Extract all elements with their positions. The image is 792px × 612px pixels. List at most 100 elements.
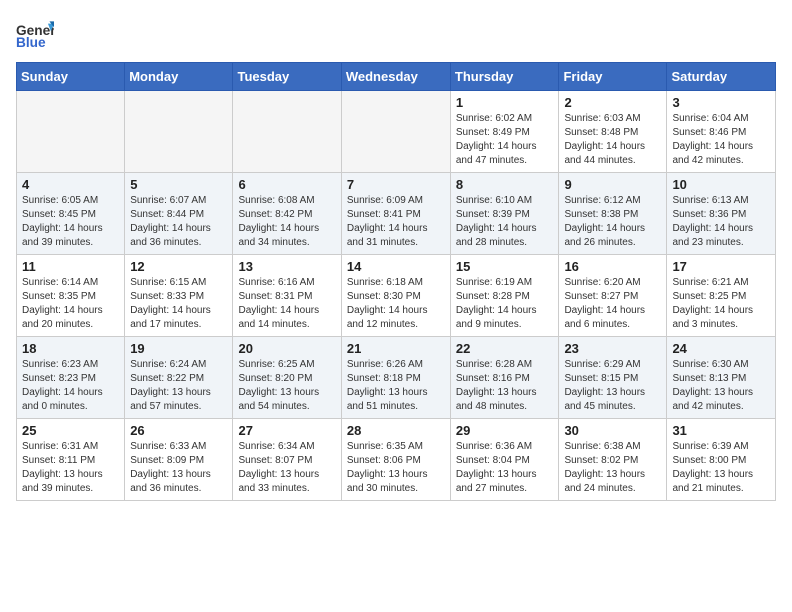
day-number: 19: [130, 341, 227, 356]
day-number: 4: [22, 177, 119, 192]
calendar-table: SundayMondayTuesdayWednesdayThursdayFrid…: [16, 62, 776, 501]
calendar-cell: 3 Sunrise: 6:04 AM Sunset: 8:46 PM Daylig…: [667, 91, 776, 173]
day-number: 25: [22, 423, 119, 438]
day-number: 24: [672, 341, 770, 356]
day-info: Sunrise: 6:26 AM Sunset: 8:18 PM Dayligh…: [347, 358, 445, 414]
day-info: Sunrise: 6:24 AM Sunset: 8:22 PM Dayligh…: [130, 358, 227, 414]
weekday-header-friday: Friday: [559, 63, 667, 91]
calendar-cell: 20 Sunrise: 6:25 AM Sunset: 8:20 PM Dayli…: [233, 337, 341, 419]
calendar-cell: 27Sunrise: 6:34 AM Sunset: 8:07 PM Dayli…: [233, 419, 341, 501]
calendar-cell: 2 Sunrise: 6:03 AM Sunset: 8:48 PM Daylig…: [559, 91, 667, 173]
calendar-week-1: 1 Sunrise: 6:02 AM Sunset: 8:49 PM Daylig…: [17, 91, 776, 173]
day-info: Sunrise: 6:25 AM Sunset: 8:20 PM Dayligh…: [238, 358, 335, 414]
calendar-cell: 7 Sunrise: 6:09 AM Sunset: 8:41 PM Daylig…: [341, 173, 450, 255]
day-info: Sunrise: 6:05 AM Sunset: 8:45 PM Dayligh…: [22, 194, 119, 250]
day-info: Sunrise: 6:15 AM Sunset: 8:33 PM Dayligh…: [130, 276, 227, 332]
calendar-week-5: 25 Sunrise: 6:31 AM Sunset: 8:11 PM Dayli…: [17, 419, 776, 501]
calendar-cell: 4 Sunrise: 6:05 AM Sunset: 8:45 PM Daylig…: [17, 173, 125, 255]
day-info: Sunrise: 6:35 AM Sunset: 8:06 PM Dayligh…: [347, 440, 445, 496]
day-number: 21: [347, 341, 445, 356]
day-info: Sunrise: 6:23 AM Sunset: 8:23 PM Dayligh…: [22, 358, 119, 414]
day-number: 3: [672, 95, 770, 110]
day-number: 12: [130, 259, 227, 274]
calendar-cell: [341, 91, 450, 173]
day-info: Sunrise: 6:36 AM Sunset: 8:04 PM Dayligh…: [456, 440, 554, 496]
calendar-cell: 13Sunrise: 6:16 AM Sunset: 8:31 PM Dayli…: [233, 255, 341, 337]
calendar-cell: 23 Sunrise: 6:29 AM Sunset: 8:15 PM Dayli…: [559, 337, 667, 419]
calendar-cell: 12 Sunrise: 6:15 AM Sunset: 8:33 PM Dayli…: [125, 255, 233, 337]
day-number: 29: [456, 423, 554, 438]
day-number: 5: [130, 177, 227, 192]
day-number: 20: [238, 341, 335, 356]
calendar-cell: 17 Sunrise: 6:21 AM Sunset: 8:25 PM Dayli…: [667, 255, 776, 337]
day-number: 26: [130, 423, 227, 438]
day-info: Sunrise: 6:30 AM Sunset: 8:13 PM Dayligh…: [672, 358, 770, 414]
day-info: Sunrise: 6:39 AM Sunset: 8:00 PM Dayligh…: [672, 440, 770, 496]
calendar-cell: 16 Sunrise: 6:20 AM Sunset: 8:27 PM Dayli…: [559, 255, 667, 337]
calendar-cell: 15Sunrise: 6:19 AM Sunset: 8:28 PM Dayli…: [450, 255, 559, 337]
day-info: Sunrise: 6:21 AM Sunset: 8:25 PM Dayligh…: [672, 276, 770, 332]
day-number: 16: [564, 259, 661, 274]
weekday-header-monday: Monday: [125, 63, 233, 91]
calendar-cell: [17, 91, 125, 173]
day-number: 30: [564, 423, 661, 438]
day-info: Sunrise: 6:13 AM Sunset: 8:36 PM Dayligh…: [672, 194, 770, 250]
calendar-cell: 31 Sunrise: 6:39 AM Sunset: 8:00 PM Dayli…: [667, 419, 776, 501]
calendar-cell: 14Sunrise: 6:18 AM Sunset: 8:30 PM Dayli…: [341, 255, 450, 337]
day-number: 11: [22, 259, 119, 274]
calendar-cell: 1 Sunrise: 6:02 AM Sunset: 8:49 PM Daylig…: [450, 91, 559, 173]
day-number: 2: [564, 95, 661, 110]
calendar-cell: 29 Sunrise: 6:36 AM Sunset: 8:04 PM Dayli…: [450, 419, 559, 501]
calendar-cell: 24 Sunrise: 6:30 AM Sunset: 8:13 PM Dayli…: [667, 337, 776, 419]
calendar-cell: 10Sunrise: 6:13 AM Sunset: 8:36 PM Dayli…: [667, 173, 776, 255]
day-number: 31: [672, 423, 770, 438]
weekday-header-row: SundayMondayTuesdayWednesdayThursdayFrid…: [17, 63, 776, 91]
day-number: 9: [564, 177, 661, 192]
day-info: Sunrise: 6:09 AM Sunset: 8:41 PM Dayligh…: [347, 194, 445, 250]
calendar-cell: 11Sunrise: 6:14 AM Sunset: 8:35 PM Dayli…: [17, 255, 125, 337]
calendar-cell: 28 Sunrise: 6:35 AM Sunset: 8:06 PM Dayli…: [341, 419, 450, 501]
calendar-cell: [233, 91, 341, 173]
weekday-header-tuesday: Tuesday: [233, 63, 341, 91]
weekday-header-thursday: Thursday: [450, 63, 559, 91]
calendar-cell: 6Sunrise: 6:08 AM Sunset: 8:42 PM Daylig…: [233, 173, 341, 255]
day-number: 7: [347, 177, 445, 192]
day-number: 6: [238, 177, 335, 192]
svg-text:Blue: Blue: [16, 35, 46, 50]
day-number: 23: [564, 341, 661, 356]
day-info: Sunrise: 6:04 AM Sunset: 8:46 PM Dayligh…: [672, 112, 770, 168]
day-number: 8: [456, 177, 554, 192]
day-number: 27: [238, 423, 335, 438]
calendar-cell: 8Sunrise: 6:10 AM Sunset: 8:39 PM Daylig…: [450, 173, 559, 255]
day-info: Sunrise: 6:31 AM Sunset: 8:11 PM Dayligh…: [22, 440, 119, 496]
calendar-cell: 9 Sunrise: 6:12 AM Sunset: 8:38 PM Daylig…: [559, 173, 667, 255]
day-number: 22: [456, 341, 554, 356]
calendar-cell: 30 Sunrise: 6:38 AM Sunset: 8:02 PM Dayli…: [559, 419, 667, 501]
weekday-header-sunday: Sunday: [17, 63, 125, 91]
logo-icon: General Blue: [16, 16, 54, 54]
calendar-cell: 18Sunrise: 6:23 AM Sunset: 8:23 PM Dayli…: [17, 337, 125, 419]
calendar-week-2: 4 Sunrise: 6:05 AM Sunset: 8:45 PM Daylig…: [17, 173, 776, 255]
calendar-cell: 21 Sunrise: 6:26 AM Sunset: 8:18 PM Dayli…: [341, 337, 450, 419]
calendar-week-3: 11Sunrise: 6:14 AM Sunset: 8:35 PM Dayli…: [17, 255, 776, 337]
day-info: Sunrise: 6:28 AM Sunset: 8:16 PM Dayligh…: [456, 358, 554, 414]
day-info: Sunrise: 6:02 AM Sunset: 8:49 PM Dayligh…: [456, 112, 554, 168]
day-info: Sunrise: 6:20 AM Sunset: 8:27 PM Dayligh…: [564, 276, 661, 332]
day-number: 15: [456, 259, 554, 274]
day-number: 28: [347, 423, 445, 438]
calendar-cell: 25 Sunrise: 6:31 AM Sunset: 8:11 PM Dayli…: [17, 419, 125, 501]
day-info: Sunrise: 6:07 AM Sunset: 8:44 PM Dayligh…: [130, 194, 227, 250]
day-number: 14: [347, 259, 445, 274]
calendar-week-4: 18Sunrise: 6:23 AM Sunset: 8:23 PM Dayli…: [17, 337, 776, 419]
day-info: Sunrise: 6:38 AM Sunset: 8:02 PM Dayligh…: [564, 440, 661, 496]
page-header: General Blue: [16, 16, 776, 54]
day-info: Sunrise: 6:29 AM Sunset: 8:15 PM Dayligh…: [564, 358, 661, 414]
weekday-header-saturday: Saturday: [667, 63, 776, 91]
day-number: 13: [238, 259, 335, 274]
calendar-cell: 19 Sunrise: 6:24 AM Sunset: 8:22 PM Dayli…: [125, 337, 233, 419]
day-info: Sunrise: 6:33 AM Sunset: 8:09 PM Dayligh…: [130, 440, 227, 496]
day-info: Sunrise: 6:12 AM Sunset: 8:38 PM Dayligh…: [564, 194, 661, 250]
day-number: 1: [456, 95, 554, 110]
day-info: Sunrise: 6:03 AM Sunset: 8:48 PM Dayligh…: [564, 112, 661, 168]
day-number: 17: [672, 259, 770, 274]
